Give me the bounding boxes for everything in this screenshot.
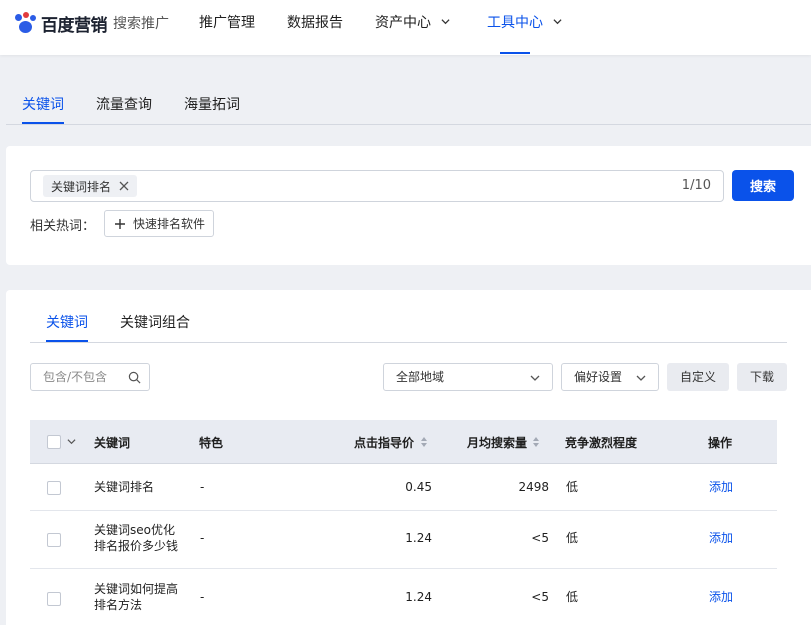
click-price-cell: 0.45 <box>405 480 432 494</box>
chevron-down-icon <box>530 375 540 381</box>
customize-button[interactable]: 自定义 <box>667 363 729 391</box>
results-panel: 关键词 关键词组合 包含/不包含 全部地域 偏好设置 自定义 下载 关键词 特色… <box>6 290 811 625</box>
table-header: 关键词 特色 点击指导价 月均搜索量 竞争激烈程度 操作 <box>30 420 777 464</box>
row-checkbox[interactable] <box>47 592 61 606</box>
tab-mass-expansion[interactable]: 海量拓词 <box>184 94 240 114</box>
column-header-action: 操作 <box>708 436 733 450</box>
table-row: 关键词排名 - 0.45 2498 低 添加 <box>30 464 777 511</box>
row-checkbox[interactable] <box>47 481 61 495</box>
column-header-monthly-search[interactable]: 月均搜索量 <box>467 434 527 451</box>
competition-cell: 低 <box>566 590 579 604</box>
table-row: 关键词如何提高 排名方法 - 1.24 <5 低 添加 <box>30 569 777 625</box>
chevron-down-icon[interactable] <box>67 437 76 446</box>
tabs-divider <box>30 342 787 343</box>
tab-traffic-query[interactable]: 流量查询 <box>96 94 152 114</box>
search-button[interactable]: 搜索 <box>732 170 794 201</box>
feature-cell: - <box>200 590 205 604</box>
add-keyword-link[interactable]: 添加 <box>709 589 733 605</box>
include-exclude-placeholder: 包含/不包含 <box>43 370 108 384</box>
preference-select-value: 偏好设置 <box>574 370 623 384</box>
keyword-tag-label: 关键词排名 <box>51 179 112 194</box>
column-header-keyword: 关键词 <box>94 436 131 450</box>
top-navigation: 百度营销 搜索推广 推广管理 数据报告 资产中心 工具中心 <box>0 0 811 55</box>
include-exclude-filter-input[interactable]: 包含/不包含 <box>30 363 150 391</box>
column-header-feature: 特色 <box>199 436 224 450</box>
tab-keywords[interactable]: 关键词 <box>46 312 88 332</box>
monthly-search-cell: <5 <box>531 531 549 545</box>
baidu-paw-icon <box>14 12 38 34</box>
active-nav-indicator <box>500 52 530 54</box>
brand-name: 百度营销 <box>41 15 108 36</box>
competition-cell: 低 <box>566 480 579 494</box>
keyword-search-input[interactable]: 关键词排名 1/10 <box>30 170 724 202</box>
product-name: 搜索推广 <box>113 16 169 32</box>
chevron-down-icon <box>441 19 450 25</box>
related-hot-words-label: 相关热词： <box>30 219 96 234</box>
download-button[interactable]: 下载 <box>737 363 787 391</box>
chevron-down-icon <box>636 375 646 381</box>
search-icon <box>128 371 141 384</box>
sort-icon[interactable] <box>532 436 540 448</box>
monthly-search-cell: <5 <box>531 590 549 604</box>
hot-word-chip[interactable]: 快速排名软件 <box>104 210 214 237</box>
close-icon[interactable] <box>119 181 129 191</box>
select-all-checkbox[interactable] <box>47 435 61 449</box>
monthly-search-cell: 2498 <box>518 480 549 494</box>
plus-icon <box>115 218 125 229</box>
nav-item-data-reports[interactable]: 数据报告 <box>287 0 343 55</box>
tab-keyword[interactable]: 关键词 <box>22 94 64 114</box>
sort-icon[interactable] <box>420 436 428 448</box>
feature-cell: - <box>200 480 205 494</box>
logo[interactable]: 百度营销 搜索推广 <box>14 11 169 36</box>
add-keyword-link[interactable]: 添加 <box>709 530 733 546</box>
column-header-click-price[interactable]: 点击指导价 <box>354 434 414 451</box>
keyword-cell-line-2: 排名方法 <box>94 598 143 612</box>
nav-item-label: 工具中心 <box>487 15 543 31</box>
nav-item-label: 推广管理 <box>199 15 255 31</box>
keyword-counter: 1/10 <box>681 178 711 193</box>
keyword-cell-line-1: 关键词如何提高 <box>94 582 179 596</box>
column-header-competition: 竞争激烈程度 <box>565 436 638 450</box>
keyword-cell-line-1: 关键词seo优化 <box>94 523 175 537</box>
nav-item-promotion-management[interactable]: 推广管理 <box>199 0 255 55</box>
page-tabs: 关键词 流量查询 海量拓词 <box>6 56 811 125</box>
click-price-cell: 1.24 <box>405 531 432 545</box>
region-select-value: 全部地域 <box>396 370 445 384</box>
keyword-tag: 关键词排名 <box>43 175 138 197</box>
table-row: 关键词seo优化 排名报价多少钱 - 1.24 <5 低 添加 <box>30 511 777 569</box>
nav-item-asset-center[interactable]: 资产中心 <box>375 0 450 55</box>
active-tab-indicator <box>22 122 64 124</box>
keyword-cell-line-2: 排名报价多少钱 <box>94 539 179 553</box>
chevron-down-icon <box>553 19 562 25</box>
preference-select[interactable]: 偏好设置 <box>561 363 659 391</box>
nav-item-label: 数据报告 <box>287 15 343 31</box>
feature-cell: - <box>200 531 205 545</box>
keyword-cell: 关键词排名 <box>94 480 155 494</box>
nav-item-label: 资产中心 <box>375 15 431 31</box>
search-panel: 关键词排名 1/10 搜索 相关热词： 快速排名软件 <box>6 146 811 265</box>
hot-word-chip-label: 快速排名软件 <box>133 217 206 231</box>
region-select[interactable]: 全部地域 <box>383 363 553 391</box>
row-checkbox[interactable] <box>47 533 61 547</box>
add-keyword-link[interactable]: 添加 <box>709 479 733 495</box>
click-price-cell: 1.24 <box>405 590 432 604</box>
competition-cell: 低 <box>566 531 579 545</box>
nav-item-tool-center[interactable]: 工具中心 <box>487 0 562 55</box>
tab-keyword-combinations[interactable]: 关键词组合 <box>120 312 190 332</box>
